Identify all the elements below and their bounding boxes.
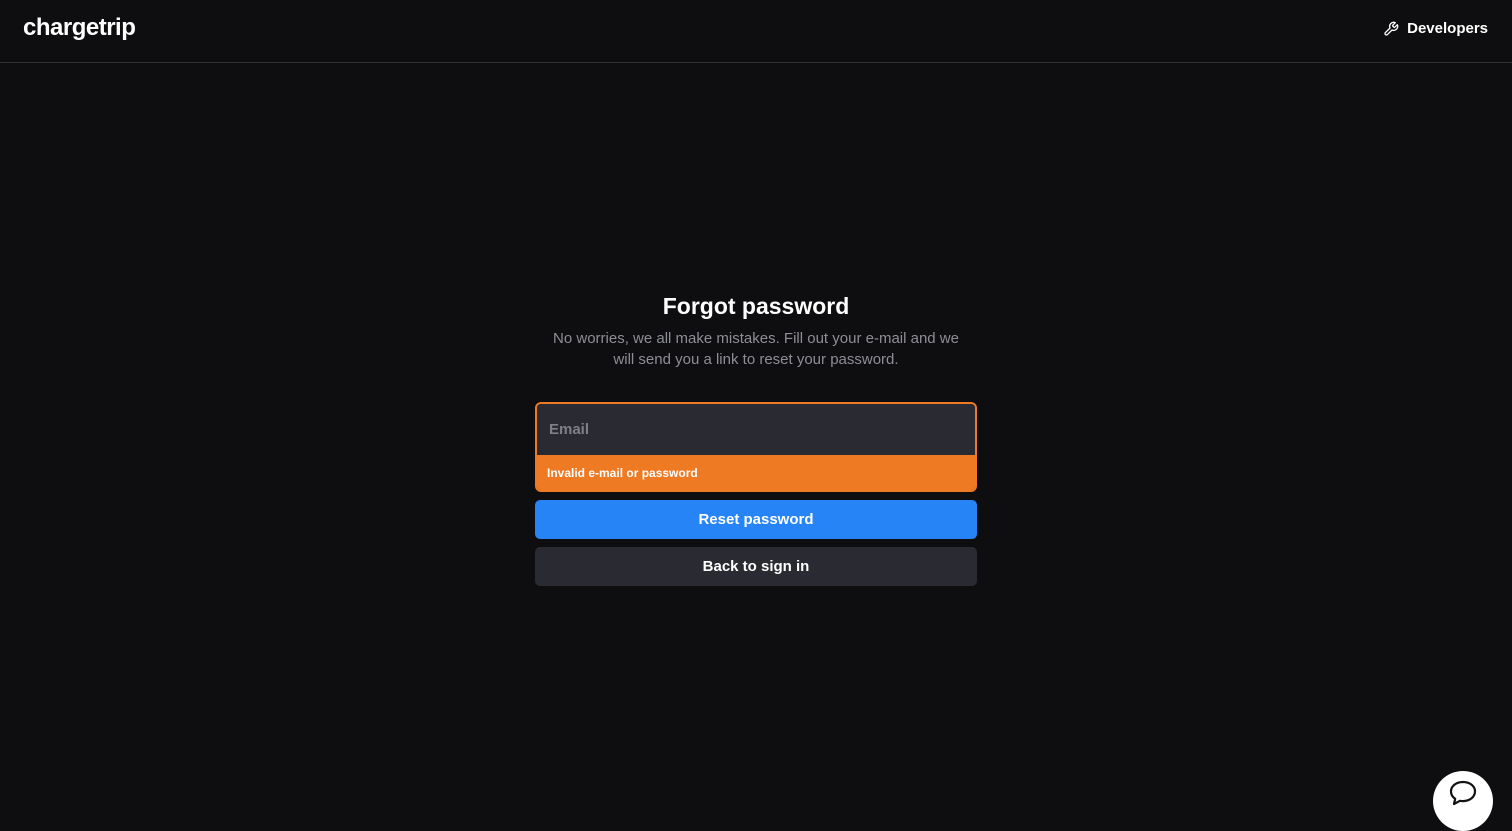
reset-password-button[interactable]: Reset password [535,500,977,539]
developers-link[interactable]: Developers [1383,20,1488,37]
email-input[interactable] [537,404,975,455]
email-error-message: Invalid e-mail or password [537,455,975,490]
email-field-wrapper: Invalid e-mail or password [535,402,977,492]
wrench-icon [1383,21,1399,37]
chargetrip-logo[interactable]: chargetrip [23,14,136,42]
page-subtitle: No worries, we all make mistakes. Fill o… [553,330,959,368]
forgot-password-form: Forgot password No worries, we all make … [535,290,977,586]
back-to-sign-in-button[interactable]: Back to sign in [535,547,977,586]
chat-bubble-icon [1448,780,1478,812]
page-title: Forgot password [662,293,850,319]
top-navbar: chargetrip Developers [0,0,1512,63]
chat-widget-button[interactable] [1433,771,1493,831]
developers-label: Developers [1407,20,1488,37]
